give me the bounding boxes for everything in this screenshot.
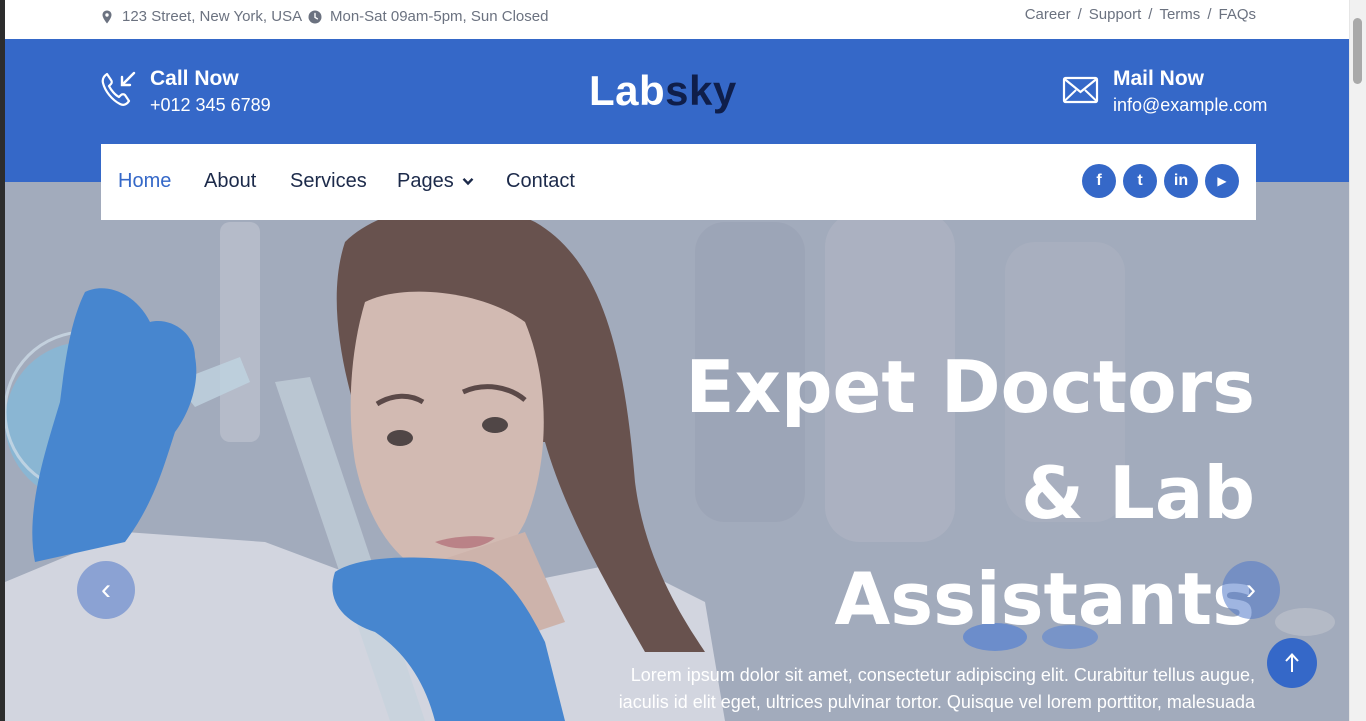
mail-now-block[interactable]: Mail Now info@example.com [1062, 67, 1267, 116]
nav-pages-dropdown[interactable]: Pages [397, 170, 474, 193]
phone-icon [101, 71, 136, 106]
browser-scrollbar[interactable] [1349, 0, 1366, 721]
terms-link[interactable]: Terms [1159, 6, 1200, 23]
hero-title-line: Assistants [834, 557, 1255, 641]
carousel-next-button[interactable]: › [1222, 561, 1280, 619]
youtube-button[interactable]: ▶ [1205, 164, 1239, 198]
page: 123 Street, New York, USA Mon-Sat 09am-5… [5, 0, 1350, 721]
faqs-link[interactable]: FAQs [1218, 6, 1256, 23]
main-navigation: Home About Services Pages Contact f t in… [101, 144, 1256, 220]
nav-home[interactable]: Home [118, 170, 171, 193]
hero-title-line: Expet Doctors [685, 345, 1255, 429]
linkedin-icon: in [1173, 172, 1189, 189]
support-link[interactable]: Support [1089, 6, 1142, 23]
link-separator: / [1207, 6, 1212, 23]
chevron-left-icon: ‹ [101, 573, 111, 606]
twitter-button[interactable]: t [1123, 164, 1157, 198]
hero-carousel: Expet Doctors & Lab Assistants Lorem ips… [5, 182, 1350, 721]
twitter-icon: t [1137, 172, 1143, 189]
hero-description: Lorem ipsum dolor sit amet, consectetur … [618, 665, 1255, 721]
logo-part-lab: Lab [589, 67, 666, 114]
nav-services[interactable]: Services [290, 170, 367, 193]
facebook-button[interactable]: f [1082, 164, 1116, 198]
envelope-icon [1062, 76, 1099, 104]
arrow-up-icon [1285, 653, 1299, 672]
top-links: Career / Support / Terms / FAQs [1025, 6, 1256, 23]
clock-icon [308, 10, 322, 23]
hours-text: Mon-Sat 09am-5pm, Sun Closed [330, 8, 549, 25]
nav-contact[interactable]: Contact [506, 170, 575, 193]
linkedin-button[interactable]: in [1164, 164, 1198, 198]
career-link[interactable]: Career [1025, 6, 1071, 23]
hours-info: Mon-Sat 09am-5pm, Sun Closed [308, 8, 548, 25]
call-now-number: +012 345 6789 [150, 95, 271, 115]
chevron-down-icon [462, 177, 474, 186]
nav-pages-label: Pages [397, 170, 454, 192]
youtube-icon: ▶ [1217, 174, 1227, 188]
address-info: 123 Street, New York, USA [100, 8, 302, 25]
call-now-block[interactable]: Call Now +012 345 6789 [100, 67, 271, 116]
mail-now-title: Mail Now [1113, 67, 1205, 90]
chevron-right-icon: › [1246, 573, 1256, 606]
scrollbar-thumb[interactable] [1353, 18, 1362, 84]
hero-title-line: & Lab [1021, 451, 1255, 535]
map-pin-icon [102, 10, 112, 23]
logo-part-sky: sky [665, 67, 737, 114]
top-bar: 123 Street, New York, USA Mon-Sat 09am-5… [5, 0, 1350, 39]
facebook-icon: f [1096, 172, 1102, 189]
mail-now-address: info@example.com [1113, 95, 1268, 115]
link-separator: / [1077, 6, 1082, 23]
call-now-text: Call Now +012 345 6789 [150, 67, 271, 116]
link-separator: / [1148, 6, 1153, 23]
nav-about[interactable]: About [204, 170, 256, 193]
back-to-top-button[interactable] [1267, 638, 1317, 688]
hero-title: Expet Doctors & Lab Assistants [635, 334, 1255, 652]
call-now-title: Call Now [150, 67, 239, 90]
address-text: 123 Street, New York, USA [122, 8, 303, 25]
site-logo[interactable]: Labsky [589, 67, 737, 115]
mail-now-text: Mail Now info@example.com [1113, 67, 1267, 116]
carousel-prev-button[interactable]: ‹ [77, 561, 135, 619]
